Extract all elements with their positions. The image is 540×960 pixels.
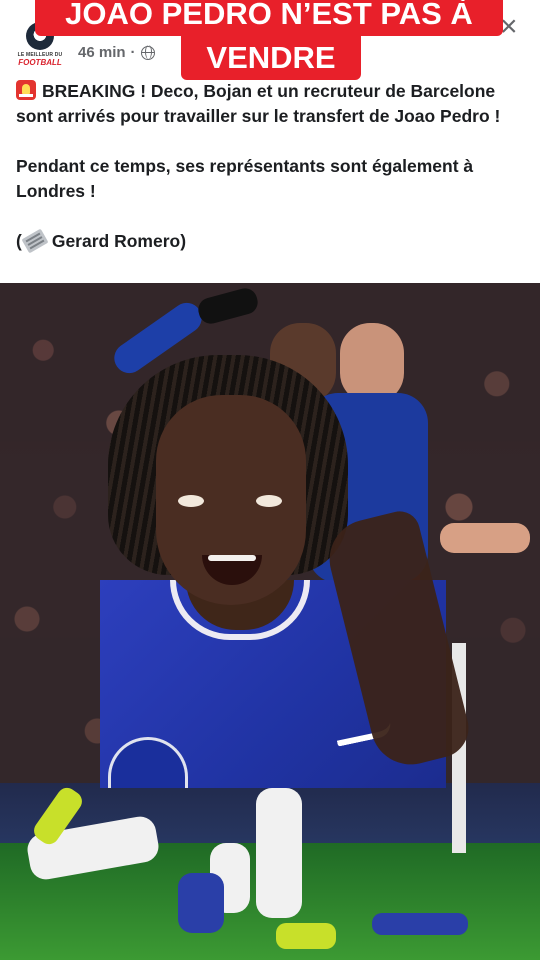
- football-boot: [178, 873, 224, 933]
- newspaper-icon: [21, 228, 49, 254]
- player-leg: [256, 788, 302, 918]
- post-paragraph-2: Pendant ce temps, ses représentants sont…: [16, 156, 474, 201]
- post-body: BREAKING ! Deco, Bojan et un recruteur d…: [16, 79, 528, 279]
- source-name: Gerard Romero): [51, 231, 187, 251]
- football-boot: [372, 913, 468, 935]
- source-open-paren: (: [16, 231, 22, 251]
- post-paragraph-1-text: BREAKING ! Deco, Bojan et un recruteur d…: [16, 81, 501, 126]
- post-source: ( Gerard Romero): [16, 228, 528, 254]
- post-paragraph-1: BREAKING ! Deco, Bojan et un recruteur d…: [16, 79, 528, 129]
- police-siren-icon: [16, 80, 36, 100]
- headline-line-2: VENDRE: [181, 34, 361, 80]
- football-boot: [276, 923, 336, 949]
- presenter-overlay: [100, 355, 475, 788]
- headline-line-1: JOAO PEDRO N’EST PAS À: [35, 0, 503, 36]
- video-caption-overlay: JOAO PEDRO N’EST PAS À VENDRE: [0, 0, 540, 82]
